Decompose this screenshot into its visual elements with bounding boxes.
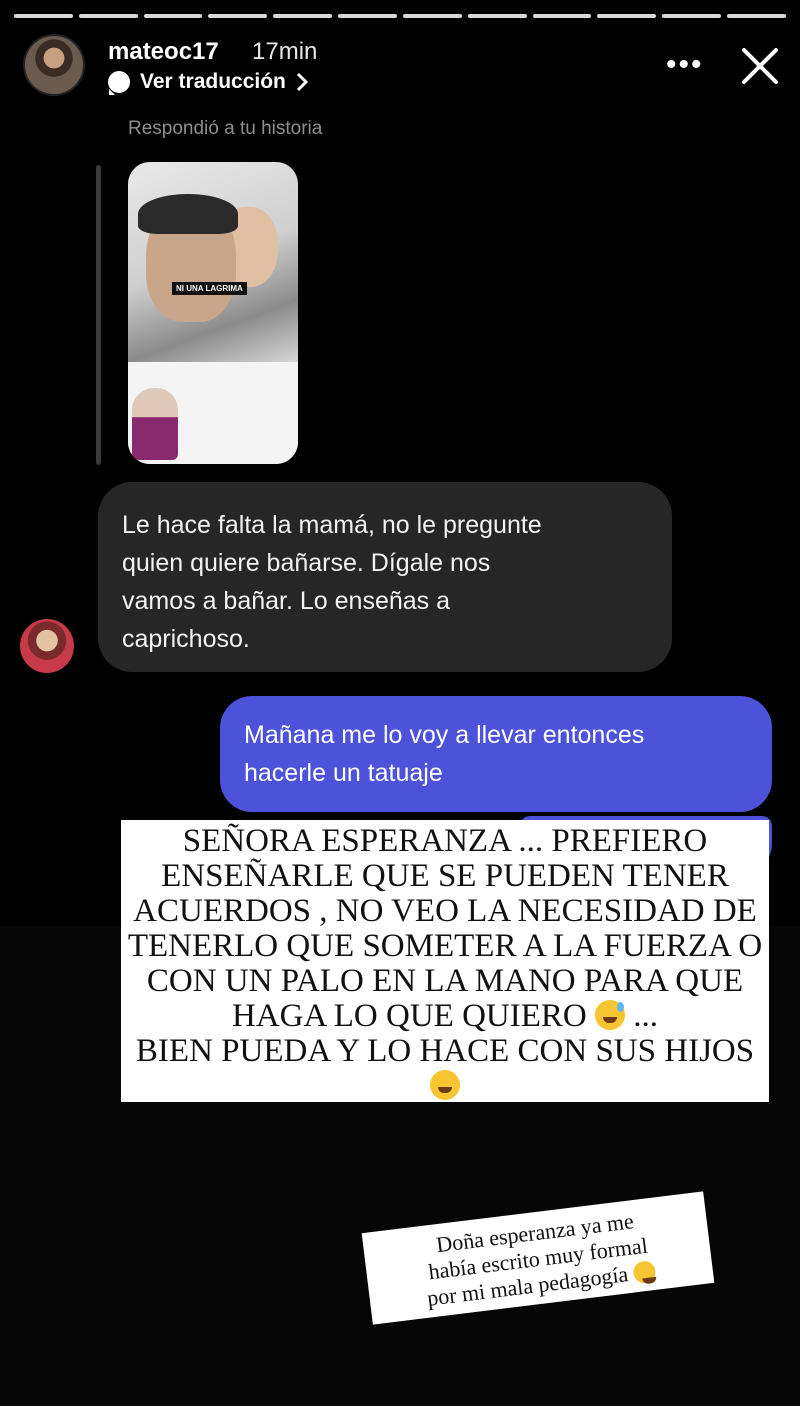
quote-bar xyxy=(96,165,101,465)
story-time: 17min xyxy=(252,38,318,65)
sticker-line: ENSEÑARLE QUE SE PUEDEN TENER xyxy=(161,858,729,894)
progress-segment xyxy=(532,14,592,18)
progress-segment xyxy=(208,14,268,18)
progress-segment xyxy=(662,14,722,18)
sticker-line-emoji-only xyxy=(121,1069,769,1104)
sticker-text: HAGA LO QUE QUIERO xyxy=(232,998,587,1034)
sticker-line: ACUERDOS , NO VEO LA NECESIDAD DE xyxy=(133,893,757,929)
translate-icon xyxy=(108,71,130,95)
replied-label: Respondió a tu historia xyxy=(128,118,323,139)
progress-segment xyxy=(727,14,786,18)
close-icon[interactable] xyxy=(738,44,782,88)
progress-segment xyxy=(402,14,462,18)
progress-segment xyxy=(597,14,657,18)
translate-button[interactable]: Ver traducción xyxy=(108,70,308,95)
progress-segment xyxy=(338,14,397,18)
incoming-line: caprichoso. xyxy=(122,625,250,653)
incoming-message: Le hace falta la mamá, no le pregunte qu… xyxy=(98,482,672,672)
sweat-smile-emoji-icon xyxy=(594,1000,625,1030)
chevron-right-icon xyxy=(296,72,308,92)
incoming-line: quien quiere bañarse. Dígale nos xyxy=(122,549,491,577)
outgoing-line: hacerle un tatuaje xyxy=(244,759,443,787)
progress-segment xyxy=(467,14,527,18)
sender-avatar xyxy=(20,619,74,673)
sticker-line: TENERLO QUE SOMETER A LA FUERZA O xyxy=(127,928,763,964)
progress-segment xyxy=(14,14,73,18)
outgoing-message: Mañana me lo voy a llevar entonces hacer… xyxy=(220,696,772,812)
progress-segment xyxy=(78,14,138,18)
outgoing-line: Mañana me lo voy a llevar entonces xyxy=(244,721,645,749)
sticker-line-emoji: HAGA LO QUE QUIERO ... xyxy=(121,999,769,1034)
thumb-inset-avatar xyxy=(132,388,178,460)
story-progress-bar xyxy=(14,14,786,19)
translate-label: Ver traducción xyxy=(140,70,286,93)
incoming-line: Le hace falta la mamá, no le pregunte xyxy=(122,511,542,539)
sticker-line: CON UN PALO EN LA MANO PARA QUE xyxy=(146,963,744,999)
username[interactable]: mateoc17 xyxy=(108,38,219,66)
progress-segment xyxy=(273,14,333,18)
story-tag: NI UNA LAGRIMA xyxy=(172,282,247,295)
story-thumbnail[interactable]: NI UNA LAGRIMA xyxy=(128,162,298,464)
thumb-hair xyxy=(138,194,238,234)
laughing-tears-emoji-icon xyxy=(632,1259,657,1285)
incoming-line: vamos a bañar. Lo enseñas a xyxy=(122,587,451,615)
kissing-emoji-icon xyxy=(430,1070,460,1100)
sticker-text: ... xyxy=(633,998,658,1034)
profile-avatar[interactable] xyxy=(23,34,85,96)
text-sticker-main: SEÑORA ESPERANZA ... PREFIERO ENSEÑARLE … xyxy=(121,820,769,1102)
sticker-line: BIEN PUEDA Y LO HACE CON SUS HIJOS xyxy=(135,1033,755,1069)
progress-segment xyxy=(143,14,203,18)
more-icon[interactable]: ••• xyxy=(666,48,704,82)
sticker-line: SEÑORA ESPERANZA ... PREFIERO xyxy=(182,823,708,859)
